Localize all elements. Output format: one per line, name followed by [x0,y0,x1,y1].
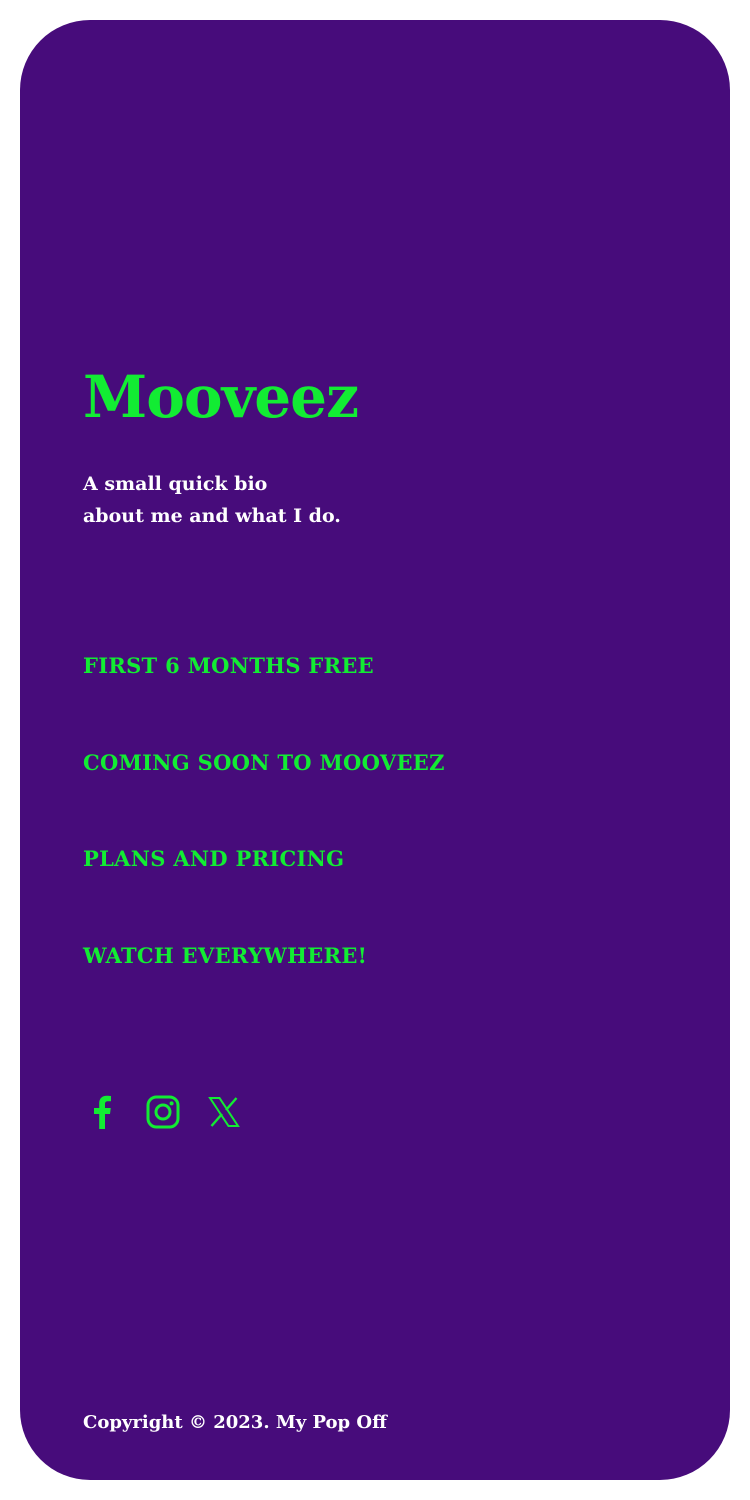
link-plans-and-pricing[interactable]: PLANS AND PRICING [83,844,344,874]
bio-line: A small quick bio [83,473,268,495]
link-first-6-months-free[interactable]: FIRST 6 MONTHS FREE [83,651,374,681]
facebook-icon [94,1095,111,1129]
bio-line: about me and what I do. [83,505,341,527]
x-twitter-icon [208,1097,240,1127]
x-twitter-link[interactable] [205,1093,243,1131]
list-item: WATCH EVERYWHERE! [83,941,445,1038]
bio-text: A small quick bio about me and what I do… [83,468,341,532]
copyright-text: Copyright © 2023. My Pop Off [83,1412,387,1433]
profile-card: Mooveez A small quick bio about me and w… [20,20,730,1480]
list-item: PLANS AND PRICING [83,844,445,941]
link-watch-everywhere[interactable]: WATCH EVERYWHERE! [83,941,367,971]
facebook-link[interactable] [83,1093,121,1131]
link-list: FIRST 6 MONTHS FREE COMING SOON TO MOOVE… [83,651,445,1037]
page-title: Mooveez [83,363,359,431]
list-item: FIRST 6 MONTHS FREE [83,651,445,748]
social-links [83,1093,243,1131]
link-coming-soon[interactable]: COMING SOON TO MOOVEEZ [83,748,445,778]
instagram-link[interactable] [144,1093,182,1131]
list-item: COMING SOON TO MOOVEEZ [83,748,445,845]
instagram-icon [146,1095,180,1129]
